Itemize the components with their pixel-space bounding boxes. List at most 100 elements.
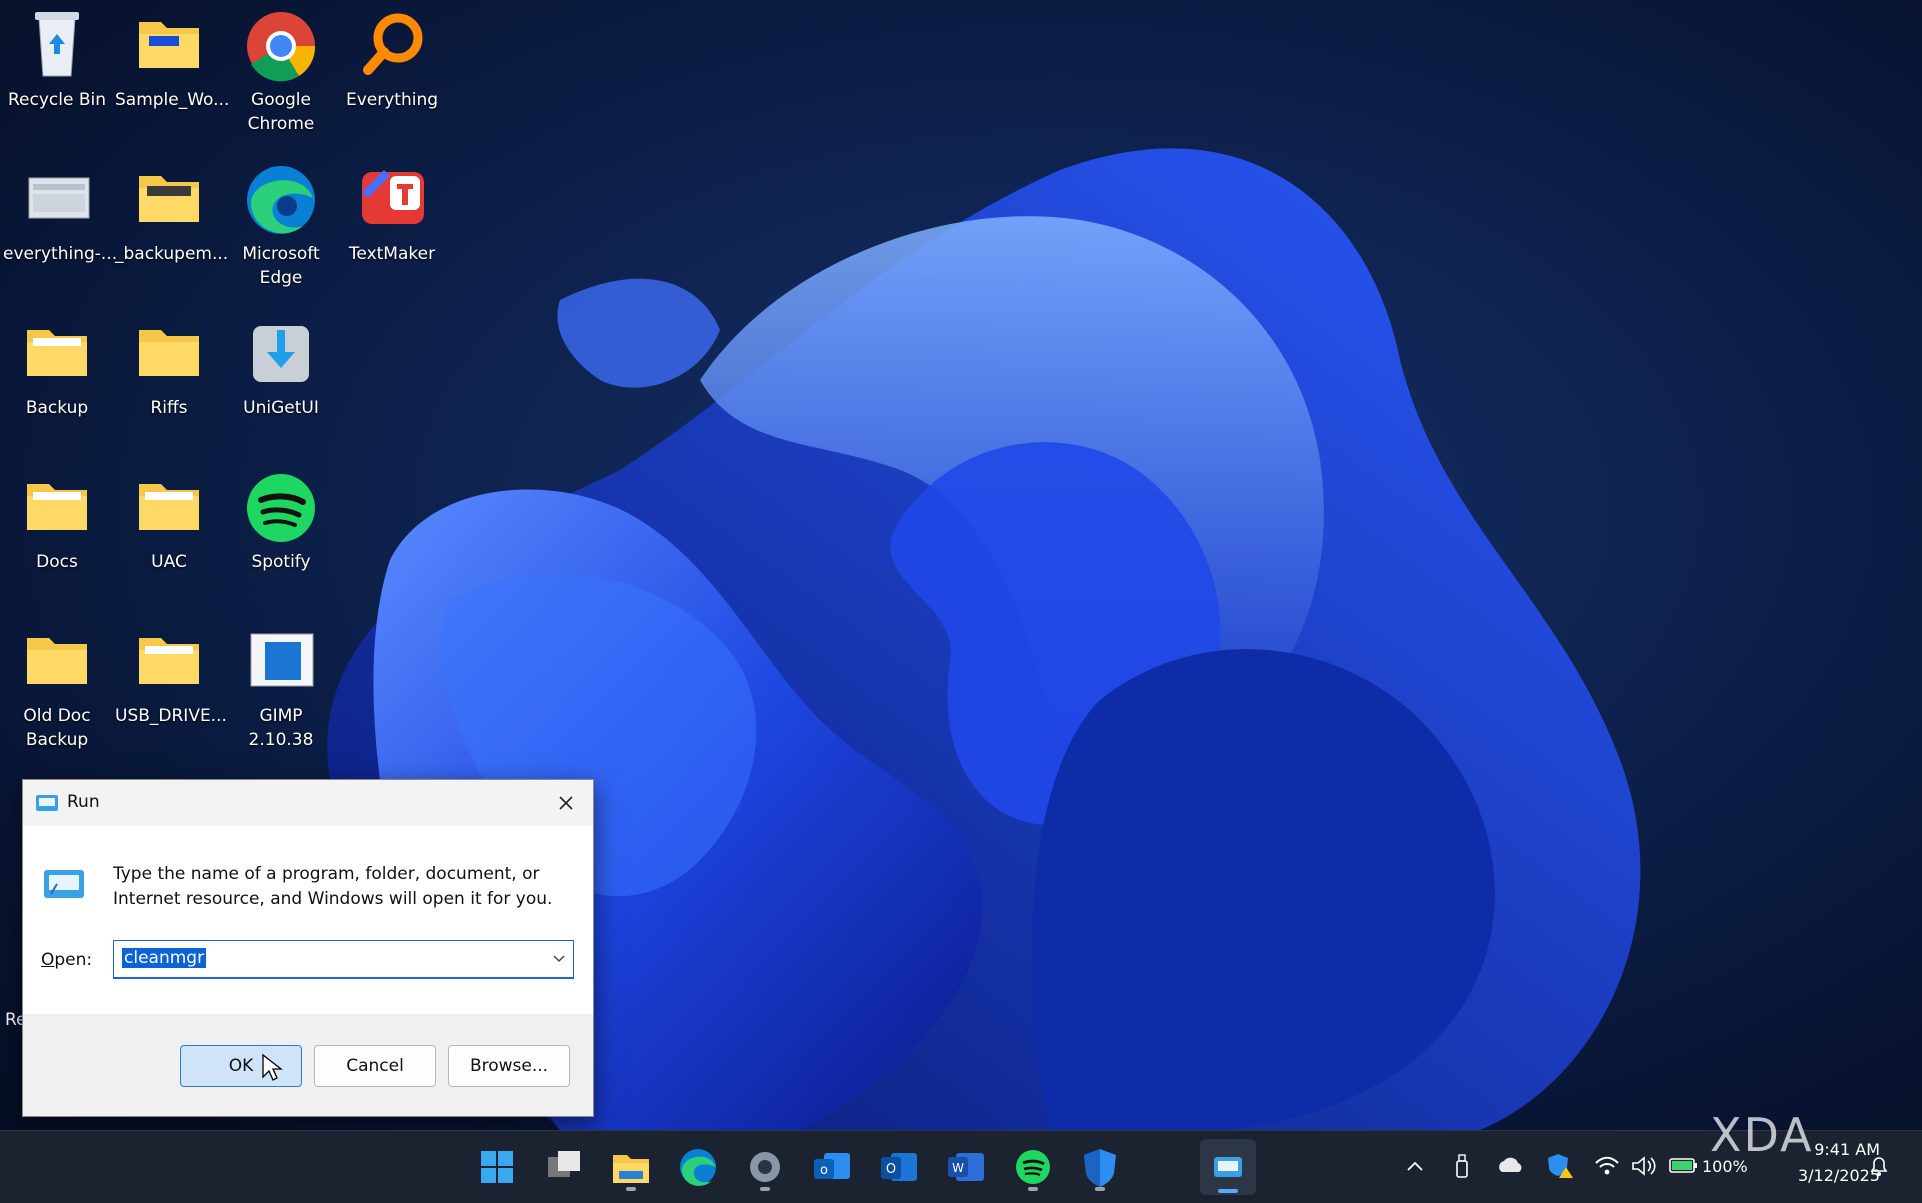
xda-watermark: XDA: [1710, 1108, 1814, 1162]
desktop-icon-usb-drive[interactable]: USB_DRIVE...: [115, 624, 227, 728]
open-label-rest: pen:: [54, 950, 93, 970]
desktop-icon-everything[interactable]: Everything: [338, 8, 446, 112]
desktop-icon-old-doc-backup[interactable]: Old Doc Backup: [3, 624, 111, 752]
desktop-icon-label: UAC: [151, 552, 187, 572]
folder-icon: [139, 330, 199, 376]
file-explorer-button[interactable]: [605, 1141, 657, 1193]
everything-search-icon: [363, 13, 423, 75]
desktop-icon-label: Sample_Wo...: [115, 90, 230, 110]
running-indicator: [760, 1187, 770, 1191]
spotify-button[interactable]: [1007, 1141, 1059, 1193]
svg-text:W: W: [952, 1161, 964, 1175]
defender-button[interactable]: [1074, 1141, 1126, 1193]
spotify-icon: [1016, 1150, 1050, 1184]
edge-icon: [247, 166, 315, 234]
spotify-icon: [247, 474, 315, 542]
outlook-new-icon[interactable]: o: [806, 1141, 858, 1193]
run-dialog-body: Type the name of a program, folder, docu…: [23, 826, 593, 1014]
chrome-icon: [247, 12, 316, 82]
wifi-icon[interactable]: [1594, 1155, 1620, 1177]
open-label-accel: O: [41, 950, 55, 970]
run-app-icon: [36, 795, 58, 811]
folder-icon: [27, 638, 87, 684]
desktop-icon-textmaker[interactable]: TextMaker: [338, 162, 446, 266]
defender-icon: [1084, 1149, 1116, 1187]
desktop-icon-google-chrome[interactable]: Google Chrome: [227, 8, 335, 136]
chevron-up-icon[interactable]: [1404, 1157, 1426, 1175]
onedrive-icon[interactable]: [1496, 1155, 1526, 1175]
screenshot-file-icon: [28, 177, 90, 219]
ok-button[interactable]: OK: [180, 1045, 302, 1087]
gimp-icon: [250, 633, 314, 687]
outlook-classic-icon[interactable]: O: [873, 1141, 925, 1193]
desktop-icon-label: TextMaker: [348, 244, 436, 264]
cancel-button[interactable]: Cancel: [314, 1045, 436, 1087]
settings-button[interactable]: [739, 1141, 791, 1193]
desktop-icon-sample-wo[interactable]: Sample_Wo...: [115, 8, 230, 112]
taskbar: o O W 100%: [0, 1130, 1922, 1203]
running-indicator: [1028, 1187, 1038, 1191]
start-icon[interactable]: [471, 1141, 523, 1193]
desktop-icon-label: USB_DRIVE...: [115, 706, 227, 726]
desktop-icon-recycle-bin[interactable]: Recycle Bin: [3, 8, 111, 112]
folder-icon: [139, 22, 199, 68]
run-taskbar-button[interactable]: [1200, 1139, 1256, 1195]
usb-drive-icon[interactable]: [1454, 1153, 1470, 1179]
desktop-icon-label: Old Doc Backup: [23, 706, 91, 750]
clock-date[interactable]: 3/12/2025: [1770, 1166, 1880, 1185]
run-titlebar[interactable]: Run: [23, 780, 593, 826]
task-view-icon[interactable]: [538, 1141, 590, 1193]
folder-icon: [139, 176, 199, 222]
running-indicator: [626, 1187, 636, 1191]
run-dialog[interactable]: Run Type the name of a program, folder, …: [22, 779, 594, 1117]
run-dialog-icon: [44, 870, 84, 898]
open-label: Open:: [41, 950, 92, 970]
close-icon[interactable]: [549, 786, 583, 820]
desktop-icon-everything-file[interactable]: everything-...: [3, 162, 118, 266]
volume-icon[interactable]: [1630, 1155, 1656, 1177]
svg-text:O: O: [886, 1162, 896, 1177]
run-dialog-description: Type the name of a program, folder, docu…: [113, 864, 553, 909]
folder-icon: [27, 330, 87, 376]
folder-icon: [27, 484, 87, 530]
desktop-icon-backupem[interactable]: _backupem...: [115, 162, 229, 266]
chevron-down-icon[interactable]: [551, 951, 567, 965]
desktop-icon-docs[interactable]: Docs: [3, 470, 111, 574]
run-open-input[interactable]: cleanmgr: [113, 940, 574, 979]
desktop-icon-riffs[interactable]: Riffs: [115, 316, 223, 420]
desktop-icon-label: Microsoft Edge: [242, 244, 320, 288]
word-icon[interactable]: W: [940, 1141, 992, 1193]
desktop-icon-label: Docs: [36, 552, 78, 572]
desktop-icon-unigetui[interactable]: UniGetUI: [227, 316, 335, 420]
battery-icon[interactable]: [1668, 1155, 1698, 1175]
desktop-icon-label: Everything: [345, 90, 439, 110]
edge-icon[interactable]: [672, 1141, 724, 1193]
file-explorer-icon: [613, 1155, 649, 1183]
security-warning-icon[interactable]: [1546, 1151, 1574, 1179]
desktop-icon-label: GIMP 2.10.38: [248, 706, 314, 750]
textmaker-icon: [362, 170, 424, 224]
desktop-icon-microsoft-edge[interactable]: Microsoft Edge: [227, 162, 335, 290]
folder-icon: [139, 484, 199, 530]
desktop-icon-spotify[interactable]: Spotify: [227, 470, 335, 574]
desktop-icon-backup[interactable]: Backup: [3, 316, 111, 420]
desktop-icon-label: UniGetUI: [243, 398, 319, 418]
desktop-icon-label: Google Chrome: [247, 90, 315, 134]
desktop-icon-label: everything-...: [3, 244, 118, 264]
desktop-icon-label: Riffs: [150, 398, 188, 418]
running-indicator: [1095, 1187, 1105, 1191]
run-open-input-value: cleanmgr: [122, 948, 207, 968]
active-indicator: [1218, 1189, 1238, 1193]
desktop-icon-label: Spotify: [251, 552, 311, 572]
folder-icon: [139, 638, 199, 684]
recycle-bin-icon: [35, 12, 79, 77]
browse-button[interactable]: Browse...: [448, 1045, 570, 1087]
desktop-icon-label: _backupem...: [115, 244, 229, 264]
desktop-icon-gimp[interactable]: GIMP 2.10.38: [227, 624, 335, 752]
run-app-icon: [1214, 1157, 1242, 1177]
settings-icon: [750, 1152, 780, 1182]
desktop-icon-label: Backup: [25, 398, 89, 418]
run-dialog-title: Run: [67, 792, 100, 812]
desktop-icon-uac[interactable]: UAC: [115, 470, 223, 574]
mouse-cursor-icon: [262, 1053, 283, 1081]
